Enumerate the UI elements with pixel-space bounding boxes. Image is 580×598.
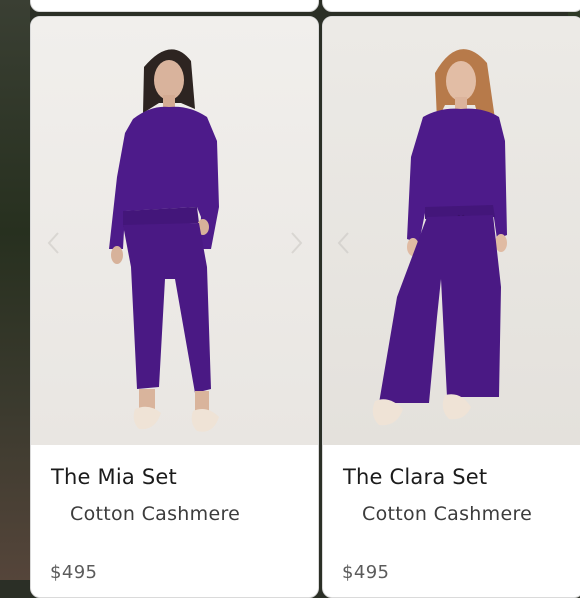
product-card-clara[interactable]: The Clara Set Cotton Cashmere $495 [322, 16, 580, 598]
product-image[interactable] [323, 17, 580, 445]
chevron-left-icon [47, 232, 59, 254]
product-name[interactable]: The Mia Set [51, 465, 177, 489]
carousel-prev-button[interactable] [45, 231, 63, 255]
product-name[interactable]: The Clara Set [343, 465, 487, 489]
chevron-left-icon [337, 232, 349, 254]
product-material: Cotton Cashmere [70, 503, 241, 525]
product-image[interactable] [31, 17, 318, 445]
carousel-prev-button[interactable] [335, 231, 353, 255]
chevron-right-icon [291, 232, 303, 254]
previous-product-card-1[interactable] [30, 0, 319, 12]
carousel-next-button[interactable] [287, 231, 305, 255]
previous-product-card-2[interactable] [322, 0, 580, 12]
page-background-left [0, 0, 30, 580]
product-card-mia[interactable]: The Mia Set Cotton Cashmere $495 [30, 16, 319, 598]
product-material: Cotton Cashmere [362, 503, 533, 525]
